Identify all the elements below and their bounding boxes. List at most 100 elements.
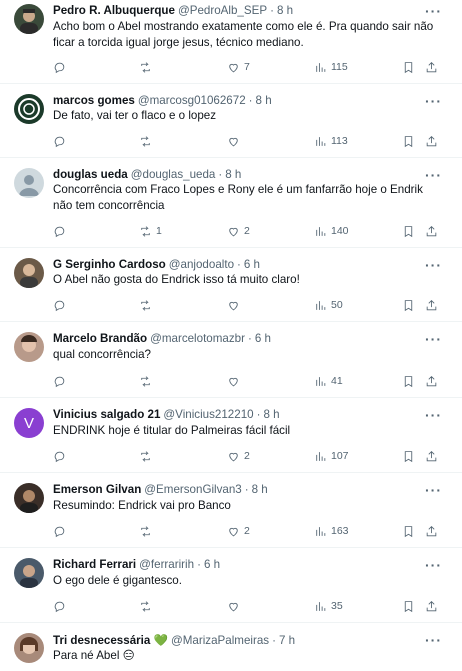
more-options-button[interactable]: ···	[425, 258, 442, 272]
avatar[interactable]	[14, 332, 44, 362]
timestamp[interactable]: 8 h	[277, 4, 293, 17]
reply-button[interactable]	[53, 298, 70, 312]
share-button[interactable]	[425, 449, 438, 463]
like-button[interactable]	[227, 298, 244, 312]
timestamp[interactable]: 8 h	[256, 94, 272, 107]
share-button[interactable]	[425, 599, 438, 613]
more-options-button[interactable]: ···	[425, 483, 442, 497]
bookmark-button[interactable]	[402, 374, 415, 388]
reply-button[interactable]	[53, 60, 70, 74]
timestamp[interactable]: 8 h	[252, 483, 268, 496]
avatar[interactable]: V	[14, 408, 44, 438]
more-options-button[interactable]: ···	[425, 408, 442, 422]
tweet[interactable]: Emerson Gilvan @EmersonGilvan3 · 8 h ···…	[0, 473, 462, 548]
more-options-button[interactable]: ···	[425, 558, 442, 572]
more-options-button[interactable]: ···	[425, 168, 442, 182]
bookmark-button[interactable]	[402, 449, 415, 463]
reply-button[interactable]	[53, 224, 70, 238]
like-button[interactable]: 2	[227, 224, 250, 238]
user-handle[interactable]: @EmersonGilvan3	[144, 483, 241, 496]
user-handle[interactable]: @Vinicius212210	[163, 408, 253, 421]
tweet[interactable]: V Vinicius salgado 21 @Vinicius212210 · …	[0, 398, 462, 473]
share-button[interactable]	[425, 60, 438, 74]
share-button[interactable]	[425, 224, 438, 238]
more-options-button[interactable]: ···	[425, 633, 442, 647]
tweet[interactable]: Richard Ferrari @ferraririh · 6 h ··· O …	[0, 548, 462, 623]
avatar[interactable]	[14, 558, 44, 588]
display-name[interactable]: Vinicius salgado 21	[53, 408, 160, 421]
retweet-button[interactable]	[139, 60, 156, 74]
display-name[interactable]: Richard Ferrari	[53, 558, 136, 571]
retweet-button[interactable]	[139, 599, 156, 613]
user-handle[interactable]: @marcosg01062672	[138, 94, 246, 107]
timestamp[interactable]: 6 h	[255, 332, 271, 345]
share-button[interactable]	[425, 374, 438, 388]
tweet[interactable]: Marcelo Brandão @marcelotomazbr · 6 h ··…	[0, 322, 462, 398]
more-options-button[interactable]: ···	[425, 332, 442, 346]
tweet[interactable]: douglas ueda @douglas_ueda · 8 h ··· Con…	[0, 158, 462, 248]
display-name[interactable]: G Serginho Cardoso	[53, 258, 166, 271]
views-button[interactable]: 140	[314, 224, 349, 238]
views-button[interactable]: 115	[314, 60, 348, 74]
retweet-button[interactable]	[139, 134, 156, 148]
display-name[interactable]: Pedro R. Albuquerque	[53, 4, 175, 17]
bookmark-button[interactable]	[402, 298, 415, 312]
bookmark-button[interactable]	[402, 524, 415, 538]
more-options-button[interactable]: ···	[425, 94, 442, 108]
avatar[interactable]	[14, 94, 44, 124]
like-button[interactable]	[227, 134, 244, 148]
share-button[interactable]	[425, 134, 438, 148]
retweet-button[interactable]	[139, 449, 156, 463]
views-button[interactable]: 35	[314, 599, 343, 613]
bookmark-button[interactable]	[402, 224, 415, 238]
bookmark-button[interactable]	[402, 60, 415, 74]
views-button[interactable]: 50	[314, 298, 343, 312]
avatar[interactable]	[14, 633, 44, 663]
user-handle[interactable]: @ferraririh	[139, 558, 194, 571]
display-name[interactable]: Emerson Gilvan	[53, 483, 141, 496]
retweet-button[interactable]: 1	[139, 224, 162, 238]
reply-button[interactable]	[53, 374, 70, 388]
like-button[interactable]	[227, 374, 244, 388]
like-button[interactable]: 2	[227, 449, 250, 463]
avatar[interactable]	[14, 4, 44, 34]
timestamp[interactable]: 7 h	[279, 634, 295, 647]
retweet-button[interactable]	[139, 374, 156, 388]
reply-button[interactable]	[53, 134, 70, 148]
views-button[interactable]: 163	[314, 524, 349, 538]
avatar[interactable]	[14, 168, 44, 198]
views-button[interactable]: 107	[314, 449, 349, 463]
retweet-button[interactable]	[139, 524, 156, 538]
like-button[interactable]	[227, 599, 244, 613]
avatar[interactable]	[14, 258, 44, 288]
share-button[interactable]	[425, 298, 438, 312]
tweet[interactable]: G Serginho Cardoso @anjodoalto · 6 h ···…	[0, 248, 462, 322]
display-name[interactable]: Marcelo Brandão	[53, 332, 147, 345]
like-button[interactable]: 7	[227, 60, 250, 74]
tweet[interactable]: Tri desnecessária 💚 @MarizaPalmeiras · 7…	[0, 623, 462, 671]
bookmark-button[interactable]	[402, 599, 415, 613]
reply-button[interactable]	[53, 524, 70, 538]
display-name[interactable]: Tri desnecessária 💚	[53, 633, 168, 647]
reply-button[interactable]	[53, 449, 70, 463]
bookmark-button[interactable]	[402, 134, 415, 148]
user-handle[interactable]: @PedroAlb_SEP	[178, 4, 267, 17]
user-handle[interactable]: @marcelotomazbr	[150, 332, 245, 345]
retweet-button[interactable]	[139, 298, 156, 312]
timestamp[interactable]: 8 h	[225, 168, 241, 181]
tweet[interactable]: marcos gomes @marcosg01062672 · 8 h ··· …	[0, 84, 462, 158]
avatar[interactable]	[14, 483, 44, 513]
views-button[interactable]: 113	[314, 134, 348, 148]
timestamp[interactable]: 6 h	[244, 258, 260, 271]
user-handle[interactable]: @anjodoalto	[169, 258, 234, 271]
display-name[interactable]: marcos gomes	[53, 94, 135, 107]
like-button[interactable]: 2	[227, 524, 250, 538]
display-name[interactable]: douglas ueda	[53, 168, 128, 181]
share-button[interactable]	[425, 524, 438, 538]
timestamp[interactable]: 8 h	[263, 408, 279, 421]
timestamp[interactable]: 6 h	[204, 558, 220, 571]
user-handle[interactable]: @MarizaPalmeiras	[171, 634, 269, 647]
tweet[interactable]: Pedro R. Albuquerque @PedroAlb_SEP · 8 h…	[0, 0, 462, 84]
reply-button[interactable]	[53, 599, 70, 613]
user-handle[interactable]: @douglas_ueda	[131, 168, 216, 181]
